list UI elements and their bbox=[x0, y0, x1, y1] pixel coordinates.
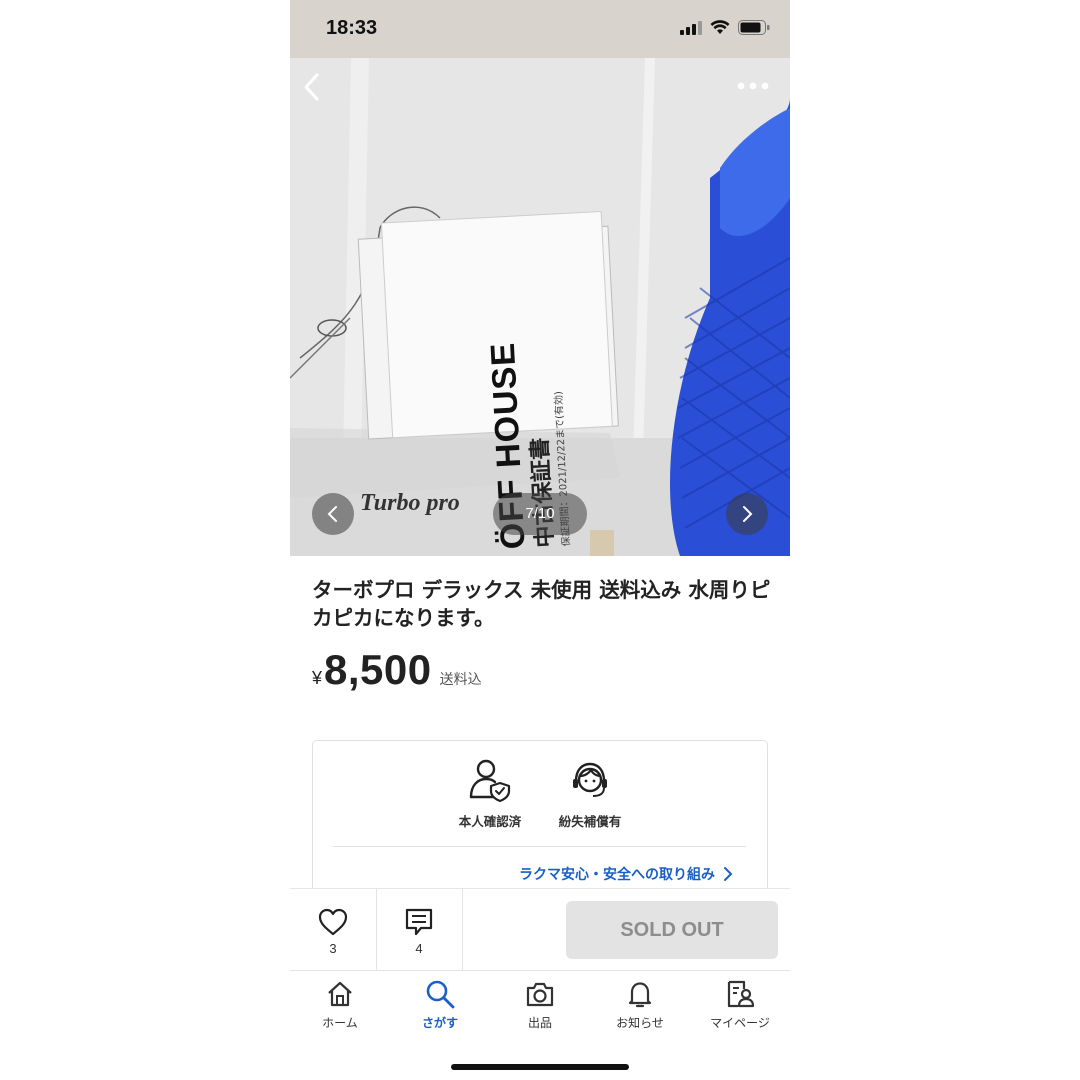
tab-mypage[interactable]: マイページ bbox=[690, 979, 790, 1031]
back-icon[interactable] bbox=[302, 72, 322, 102]
trust-divider bbox=[333, 846, 746, 847]
tab-home[interactable]: ホーム bbox=[290, 979, 390, 1031]
comment-button[interactable]: 4 bbox=[376, 889, 463, 971]
safety-link-label: ラクマ安心・安全への取り組み bbox=[519, 867, 715, 883]
currency-symbol: ¥ bbox=[312, 668, 323, 688]
status-bar: 18:33 bbox=[290, 0, 790, 58]
camera-icon bbox=[526, 982, 554, 1007]
sold-out-button[interactable]: SOLD OUT bbox=[566, 901, 778, 959]
tab-notifications[interactable]: お知らせ bbox=[590, 979, 690, 1031]
trust-card: 本人確認済 紛失補償有 ラクマ安心・安全への取り組み bbox=[312, 740, 768, 902]
tab-label: 出品 bbox=[527, 1016, 552, 1030]
heart-icon bbox=[318, 908, 348, 936]
tab-label: さがす bbox=[421, 1016, 458, 1030]
photo-counter: 7/10 bbox=[493, 493, 587, 535]
like-count: 3 bbox=[329, 941, 337, 956]
like-button[interactable]: 3 bbox=[290, 889, 377, 971]
action-bar: 3 4 SOLD OUT bbox=[290, 888, 790, 971]
phone-screen: 18:33 ÖFF HOUSE 保証期間：2021/12/22まで(有効) Tu… bbox=[290, 0, 790, 1080]
tab-label: マイページ bbox=[710, 1016, 770, 1030]
prev-photo-button[interactable] bbox=[312, 493, 354, 535]
trust-label: 紛失補償有 bbox=[558, 814, 622, 829]
wifi-icon bbox=[710, 20, 730, 34]
safety-link[interactable]: ラクマ安心・安全への取り組み bbox=[519, 864, 733, 884]
tab-search[interactable]: さがす bbox=[390, 979, 490, 1031]
comment-icon bbox=[405, 908, 433, 936]
trust-label: 本人確認済 bbox=[458, 814, 522, 829]
tab-bar: ホーム さがす 出品 お知らせ マイページ bbox=[290, 970, 790, 1080]
chevron-right-icon bbox=[743, 506, 753, 522]
search-icon bbox=[426, 980, 455, 1009]
comment-count: 4 bbox=[415, 941, 423, 956]
product-price: 8,500 bbox=[324, 646, 432, 693]
battery-icon bbox=[738, 20, 770, 35]
chevron-right-icon bbox=[724, 867, 733, 881]
status-time: 18:33 bbox=[326, 17, 378, 39]
verified-user-icon bbox=[469, 759, 511, 803]
more-icon[interactable] bbox=[736, 81, 770, 91]
support-agent-icon bbox=[573, 762, 607, 797]
mypage-icon bbox=[727, 980, 755, 1008]
home-indicator bbox=[451, 1064, 629, 1070]
tab-label: お知らせ bbox=[616, 1016, 664, 1030]
trust-loss-compensation: 紛失補償有 bbox=[540, 757, 640, 830]
shipping-label: 送料込 bbox=[439, 672, 482, 688]
product-title: ターボプロ デラックス 未使用 送料込み 水周りピカピカになります。 bbox=[312, 578, 771, 630]
status-icons bbox=[680, 20, 770, 35]
chevron-left-icon bbox=[327, 506, 337, 522]
home-icon bbox=[328, 981, 352, 1007]
tab-sell[interactable]: 出品 bbox=[490, 979, 590, 1031]
bell-icon bbox=[628, 982, 652, 1008]
product-print: Turbo pro bbox=[360, 490, 460, 516]
price-row: ¥ 8,500 送料込 bbox=[312, 646, 482, 694]
tab-label: ホーム bbox=[322, 1016, 358, 1030]
signal-icon bbox=[680, 20, 702, 35]
trust-identity-verified: 本人確認済 bbox=[440, 757, 540, 830]
next-photo-button[interactable] bbox=[726, 493, 768, 535]
product-photo[interactable]: ÖFF HOUSE 中古保証書 保証期間：2021/12/22まで(有効) Tu… bbox=[290, 58, 790, 556]
